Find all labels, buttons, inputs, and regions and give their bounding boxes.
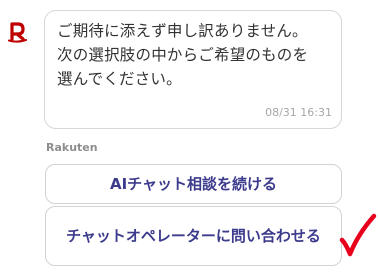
- sender-label: Rakuten: [46, 141, 98, 154]
- message-timestamp: 08/31 16:31: [265, 106, 332, 119]
- rakuten-logo-icon: [8, 22, 27, 43]
- contact-operator-button[interactable]: チャットオペレーターに問い合わせる: [45, 206, 342, 266]
- contact-operator-label: チャットオペレーターに問い合わせる: [66, 226, 321, 245]
- continue-ai-chat-label: AIチャット相談を続ける: [109, 174, 278, 193]
- continue-ai-chat-button[interactable]: AIチャット相談を続ける: [45, 164, 342, 204]
- bot-message-bubble: ご期待に添えず申し訳ありません。 次の選択肢の中からご希望のものを 選んでくださ…: [44, 10, 342, 129]
- bot-message-text: ご期待に添えず申し訳ありません。 次の選択肢の中からご希望のものを 選んでくださ…: [57, 22, 309, 88]
- red-checkmark-icon: [339, 213, 377, 257]
- chat-window: ご期待に添えず申し訳ありません。 次の選択肢の中からご希望のものを 選んでくださ…: [0, 0, 378, 278]
